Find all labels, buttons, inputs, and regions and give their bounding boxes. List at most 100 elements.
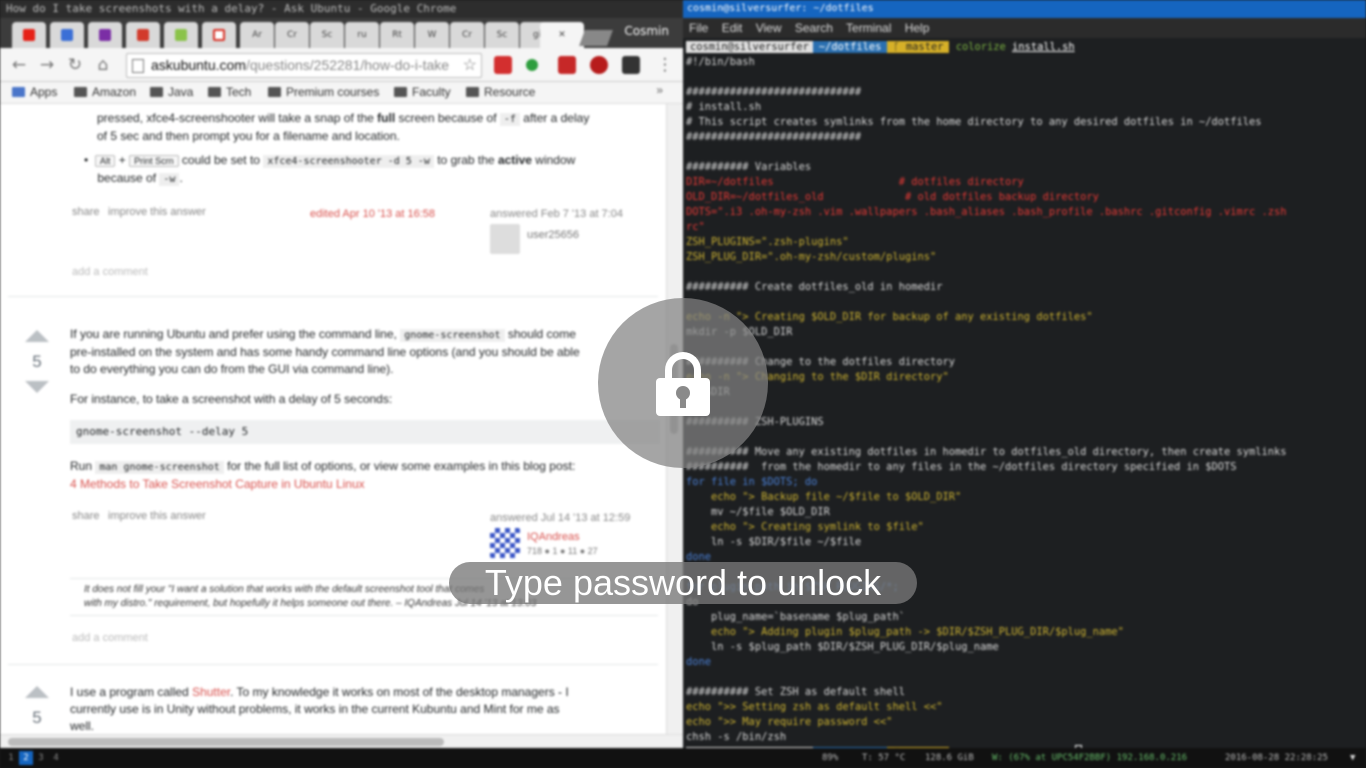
menu-help[interactable]: Help (905, 21, 930, 35)
bookmark-resource[interactable]: Resource (466, 85, 535, 99)
menu-search[interactable]: Search (795, 21, 833, 35)
profile-name[interactable]: Cosmin (624, 24, 669, 38)
close-icon[interactable]: ✕ (558, 30, 566, 40)
workspace-1[interactable]: 1 (4, 751, 18, 765)
calendar-icon (61, 28, 73, 41)
tab-4[interactable]: ru (345, 22, 379, 48)
tab-calendar[interactable] (50, 22, 84, 48)
clock: 2016-08-28 22:28:25 (1225, 753, 1328, 763)
bookmark-faculty[interactable]: Faculty (394, 85, 451, 99)
tab-onenote[interactable] (88, 22, 122, 48)
notification-icon[interactable]: ▼ (1350, 748, 1355, 768)
tab-6[interactable]: W (415, 22, 449, 48)
terminal-line: DOTS=".i3 .oh-my-zsh .vim .wallpapers .b… (686, 206, 1287, 218)
java-icon (137, 28, 149, 41)
improve-answer-link[interactable]: improve this answer (108, 206, 206, 218)
terminal-line: ZSH_PLUG_DIR=".oh-my-zsh/custom/plugins" (686, 251, 937, 263)
terminal-line: OLD_DIR=~/dotfiles_old # old dotfiles ba… (686, 191, 1099, 203)
folder-icon (466, 87, 479, 97)
upvote-icon[interactable] (25, 330, 49, 342)
share-link[interactable]: share (72, 510, 100, 522)
downvote-icon[interactable] (25, 381, 49, 393)
terminal-line: cd $DIR (686, 385, 1364, 400)
terminal-output[interactable]: cosmin@silversurfer ~/dotfiles ᚴ master co… (686, 40, 1364, 748)
divider (8, 296, 658, 297)
terminal-line: echo "> Adding plugin $plug_path -> $DIR… (686, 626, 1124, 638)
tab-android[interactable] (164, 22, 198, 48)
menu-view[interactable]: View (756, 21, 782, 35)
add-comment-link[interactable]: add a comment (72, 266, 148, 278)
tab-active-askubuntu[interactable]: ✕ (540, 22, 584, 48)
upvote-icon[interactable] (25, 686, 49, 698)
horizontal-scrollbar[interactable] (0, 734, 683, 748)
tab-1[interactable]: Ar (240, 22, 274, 48)
menu-edit[interactable]: Edit (722, 21, 743, 35)
tab-youtube[interactable] (12, 22, 46, 48)
tab-java[interactable] (126, 22, 160, 48)
new-tab-button[interactable] (579, 30, 613, 46)
vote-count: 5 (32, 708, 42, 727)
answer3-text: I use a program called Shutter. To my kn… (70, 685, 569, 733)
tab-gmail[interactable] (202, 22, 236, 48)
back-icon[interactable]: ← (8, 54, 30, 76)
bookmark-extension-icon[interactable] (558, 56, 576, 74)
improve-answer-link[interactable]: improve this answer (108, 510, 206, 522)
workspace-3[interactable]: 3 (34, 751, 48, 765)
home-icon[interactable]: ⌂ (92, 54, 114, 76)
stop-extension-icon[interactable] (590, 56, 608, 74)
script-listing: #!/bin/bash ############################ #… (686, 55, 1364, 745)
android-icon (175, 28, 187, 41)
tab-2[interactable]: Cr (275, 22, 309, 48)
wifi-status: W: (67% at UPC54F2BBF) 192.168.0.216 (992, 753, 1188, 763)
terminal-line: echo -n "> Changing to the $DIR director… (686, 371, 949, 383)
lock-icon (656, 352, 710, 416)
scrollbar-thumb[interactable] (8, 738, 444, 746)
workspace-2[interactable]: 2 (19, 751, 33, 765)
blog-post-link[interactable]: 4 Methods to Take Screenshot Capture in … (70, 477, 365, 491)
bookmark-premium-courses[interactable]: Premium courses (268, 85, 379, 99)
answer2-paragraph2: For instance, to take a screenshot with … (70, 392, 393, 406)
unlock-prompt[interactable]: Type password to unlock (449, 562, 917, 604)
chrome-titlebar: How do I take screenshots with a delay? … (0, 0, 683, 18)
askubuntu-page: pressed, xfce4-screenshooter will take a… (0, 104, 666, 734)
tab-8[interactable]: Sc (485, 22, 519, 48)
printer-extension-icon[interactable] (622, 56, 640, 74)
terminal-line: #!/bin/bash (686, 56, 755, 68)
menu-file[interactable]: File (689, 21, 708, 35)
vote-count: 5 (32, 352, 42, 371)
tab-3[interactable]: Sc (310, 22, 344, 48)
menu-terminal[interactable]: Terminal (846, 21, 891, 35)
share-link[interactable]: share (72, 206, 100, 218)
workspace-4[interactable]: 4 (49, 751, 63, 765)
tab-7[interactable]: Cr (450, 22, 484, 48)
add-comment-link[interactable]: add a comment (72, 632, 148, 644)
user-name[interactable]: IQAndreas (527, 531, 580, 543)
user-name[interactable]: user25656 (527, 229, 579, 241)
terminal-line: ########## Set ZSH as default shell (686, 686, 905, 698)
address-bar[interactable]: askubuntu.com/questions/252281/how-do-i-… (126, 53, 482, 78)
bookmark-tech[interactable]: Tech (208, 85, 251, 99)
avatar[interactable] (490, 528, 520, 558)
avatar[interactable] (490, 224, 520, 254)
forward-icon[interactable]: → (36, 54, 58, 76)
reputation: 718 ● 1 ● 11 ● 27 (527, 546, 598, 556)
bookmark-apps[interactable]: Apps (12, 85, 57, 99)
edited-link[interactable]: edited Apr 10 '13 at 16:58 (310, 208, 435, 220)
screencast-extension-icon[interactable] (494, 56, 512, 74)
menu-icon[interactable]: ⋮ (654, 54, 676, 76)
reload-icon[interactable]: ↻ (64, 54, 86, 76)
green-dot-extension-icon[interactable] (526, 59, 538, 71)
terminal-line: ########## Move any existing dotfiles in… (686, 446, 1287, 458)
bookmark-amazon[interactable]: Amazon (74, 85, 136, 99)
terminal-line: ############################ (686, 131, 862, 143)
tab-5[interactable]: Rt (380, 22, 414, 48)
shutter-link[interactable]: Shutter (192, 685, 230, 699)
chrome-toolbar: ← → ↻ ⌂ askubuntu.com/questions/252281/h… (0, 48, 683, 82)
bookmark-star-icon[interactable]: ☆ (463, 54, 477, 77)
bookmarks-overflow-button[interactable]: » (656, 83, 663, 97)
terminal-line: ########## ZSH-PLUGINS (686, 416, 824, 428)
bookmark-java[interactable]: Java (150, 85, 193, 99)
